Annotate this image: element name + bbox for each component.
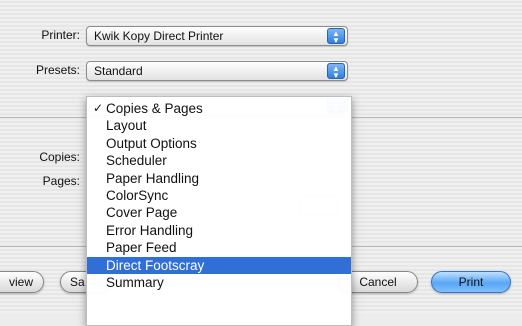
menu-item-output-options[interactable]: Output Options — [87, 135, 351, 152]
menu-item-paper-handling[interactable]: Paper Handling — [87, 170, 351, 187]
menu-item-error-handling[interactable]: Error Handling — [87, 222, 351, 239]
print-button-label: Print — [458, 275, 484, 289]
menu-item-direct-footscray[interactable]: Direct Footscray — [87, 256, 351, 274]
printer-label: Printer: — [41, 28, 80, 42]
print-dialog: Printer: Kwik Kopy Direct Printer ▲ ▼ Pre… — [0, 0, 522, 326]
save-button-label: Sa — [70, 275, 85, 289]
pane-dropdown-menu: ✓ Copies & Pages Layout Output Options S… — [86, 96, 352, 326]
printer-popup-arrows-icon: ▲ ▼ — [327, 28, 345, 45]
menu-item-paper-feed[interactable]: Paper Feed — [87, 239, 351, 256]
presets-popup[interactable]: Standard ▲ ▼ — [86, 61, 348, 81]
printer-popup-value: Kwik Kopy Direct Printer — [94, 29, 224, 43]
preview-button-label: view — [8, 275, 33, 289]
presets-popup-arrows-icon: ▲ ▼ — [327, 63, 345, 80]
checkmark-icon: ✓ — [93, 101, 104, 115]
presets-popup-value: Standard — [94, 64, 143, 78]
copies-label: Copies: — [39, 150, 80, 164]
menu-item-summary[interactable]: Summary — [87, 274, 351, 291]
print-button[interactable]: Print — [431, 271, 511, 293]
menu-item-cover-page[interactable]: Cover Page — [87, 204, 351, 221]
presets-label: Presets: — [35, 63, 80, 77]
menu-item-layout[interactable]: Layout — [87, 117, 351, 134]
menu-item-copies-pages[interactable]: ✓ Copies & Pages — [87, 100, 351, 117]
preview-button[interactable]: view — [0, 271, 44, 293]
menu-item-colorsync[interactable]: ColorSync — [87, 187, 351, 204]
cancel-button-label: Cancel — [359, 275, 397, 289]
menu-item-scheduler[interactable]: Scheduler — [87, 152, 351, 169]
printer-popup[interactable]: Kwik Kopy Direct Printer ▲ ▼ — [86, 26, 348, 46]
pages-label: Pages: — [42, 174, 80, 188]
